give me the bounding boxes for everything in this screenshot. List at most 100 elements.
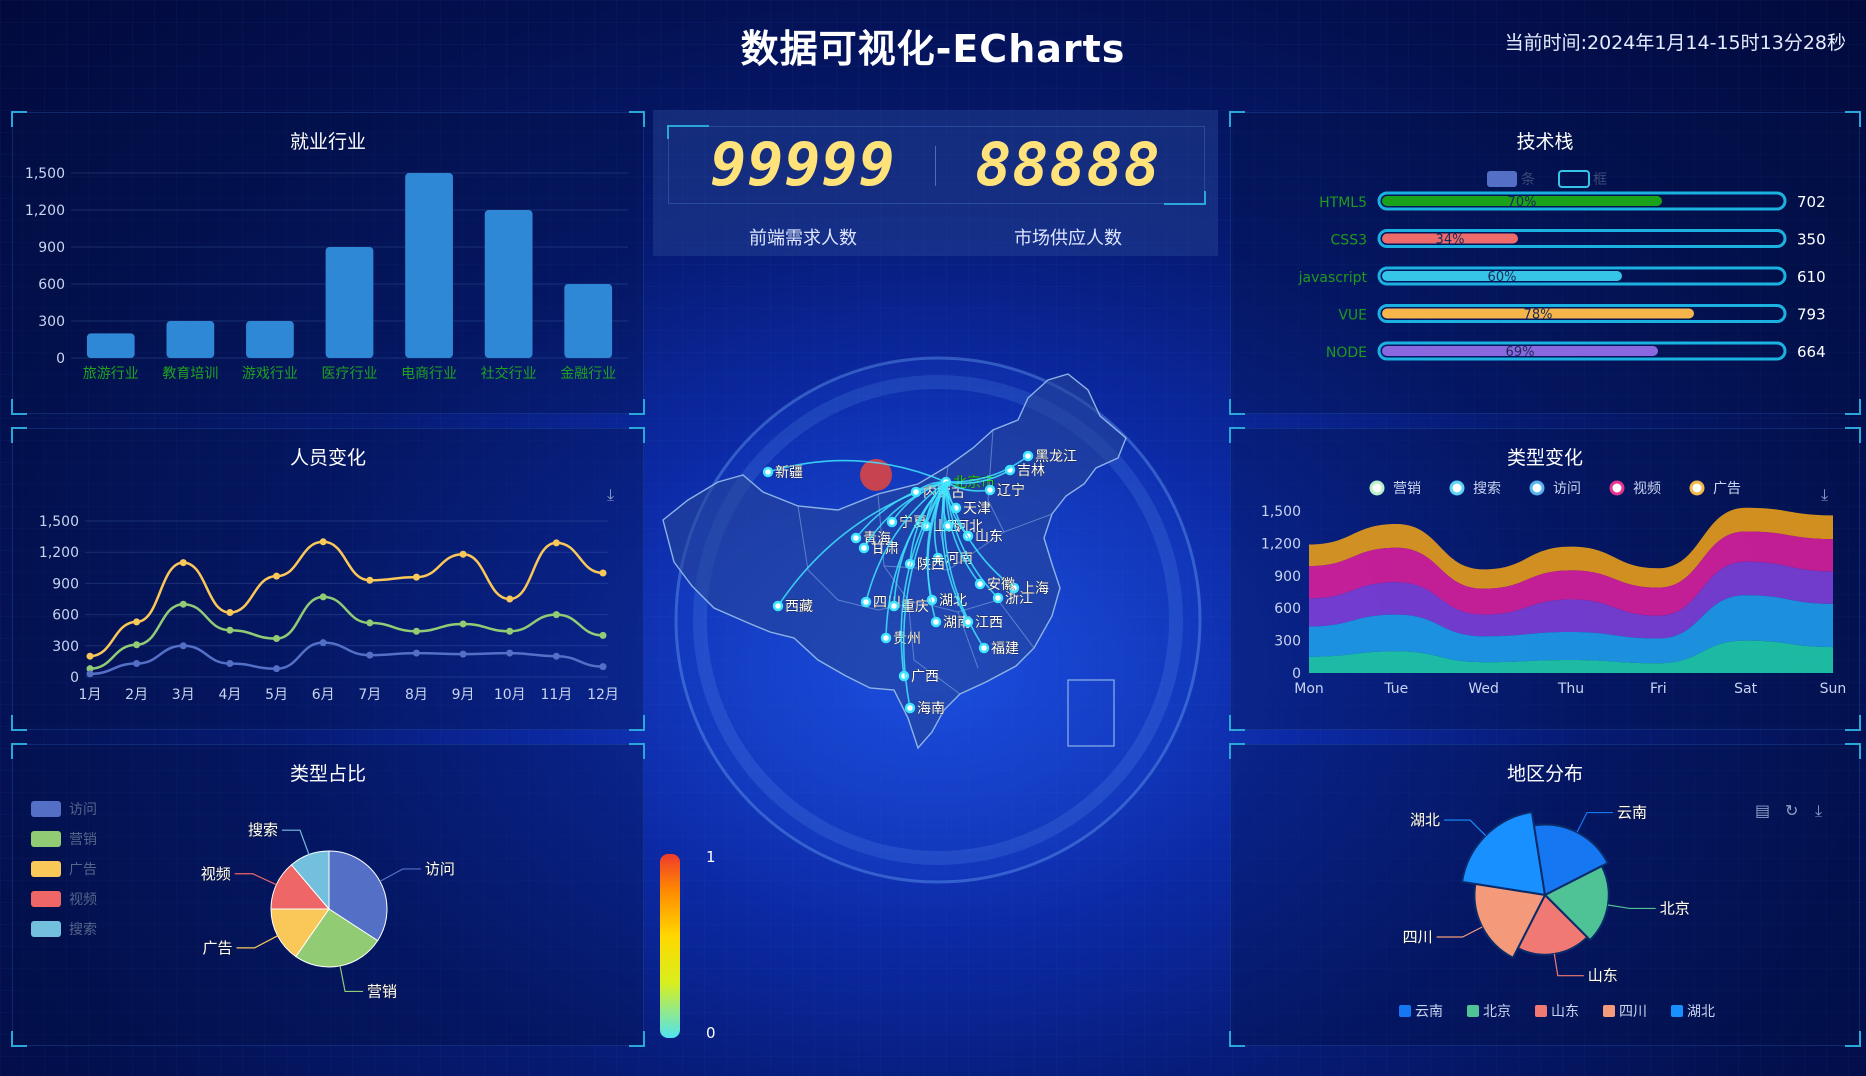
city-point (1022, 450, 1034, 462)
legend-swatch (1467, 1005, 1479, 1017)
x-tick-label: 12月 (587, 687, 619, 703)
province-label: 西藏 (785, 599, 813, 615)
data-point (506, 595, 514, 603)
value-label: 793 (1797, 306, 1826, 324)
legend-label: 搜索 (69, 921, 97, 938)
slice-label: 四川 (1403, 928, 1433, 946)
province-label: 贵州 (893, 631, 921, 647)
city-point (886, 516, 898, 528)
city-point (888, 600, 900, 612)
label-line (1444, 819, 1487, 837)
legend-label: 云南 (1415, 1004, 1443, 1020)
slice-label: 访问 (425, 860, 455, 878)
region-rose-chart: 湖北 云南北京山东四川云南 北京 山东 四川 湖北 (1399, 803, 1715, 1020)
x-tick-label: Thu (1557, 681, 1584, 697)
slice-label: 广告 (203, 939, 233, 957)
legend-marker (1369, 480, 1385, 496)
data-point (179, 642, 187, 650)
data-point (179, 600, 187, 608)
city-point (910, 486, 922, 498)
city-point (904, 702, 916, 714)
province-label: 安徽 (987, 577, 1015, 593)
series-line (89, 641, 604, 676)
x-tick-label: 11月 (540, 687, 572, 703)
panel-share: 类型占比 访问 营销 广告 视频 搜索 访问 营销 广告 视频 搜索 (11, 743, 645, 1047)
x-tick-label: 金融行业 (560, 366, 616, 382)
y-tick-label: 300 (38, 314, 65, 330)
y-tick-label: 1,500 (39, 514, 79, 530)
x-tick-label: 1月 (79, 687, 102, 703)
panel-tech: 技术栈 条框 HTML5 70% 702 CSS3 34% 350 javascript 60%… (1229, 111, 1861, 415)
province-label: 福建 (991, 641, 1019, 657)
y-tick-label: 900 (38, 240, 65, 256)
slice-label: 山东 (1588, 967, 1618, 985)
panel-employment: 就业行业 0 300 600 900 1,200 1,500 旅游行业 教育培训 游戏行业 医疗行… (11, 111, 645, 415)
series-line (89, 540, 604, 658)
value-label: 610 (1797, 268, 1826, 286)
city-point (962, 616, 974, 628)
province-label: 天津 (963, 501, 991, 517)
data-point (599, 631, 607, 639)
city-point (930, 616, 942, 628)
legend-label: 访问 (1553, 481, 1581, 497)
data-point (86, 670, 94, 678)
x-tick-label: 旅游行业 (83, 366, 139, 382)
x-tick-label: 社交行业 (481, 365, 537, 382)
y-tick-label: 900 (1274, 569, 1301, 585)
demand-count: 99999 (710, 130, 896, 200)
data-point (599, 569, 607, 577)
province-label: 吉林 (1017, 463, 1045, 479)
data-point (459, 650, 467, 658)
city-point (772, 600, 784, 612)
data-point (366, 651, 374, 659)
label-line (281, 829, 310, 855)
visual-map-max: 1 (706, 848, 716, 866)
x-tick-label: Fri (1650, 681, 1667, 697)
data-point (133, 659, 141, 667)
legend-swatch (1671, 1005, 1683, 1017)
province-label: 辽宁 (997, 482, 1025, 499)
bar (484, 210, 533, 358)
x-tick-label: 2月 (125, 687, 148, 703)
bar (325, 247, 374, 358)
time-label: 当前时间: (1504, 32, 1587, 54)
x-tick-label: 7月 (358, 687, 381, 703)
legend-swatch (1399, 1005, 1411, 1017)
data-point (273, 572, 281, 580)
y-tick-label: 1,500 (25, 166, 65, 182)
data-point (599, 663, 607, 671)
visual-map[interactable] (660, 854, 680, 1038)
bar (86, 333, 135, 358)
share-pie-chart: 访问营销广告视频搜索访问营销广告视频搜索 (31, 801, 455, 1001)
slice-label: 北京 (1660, 899, 1690, 917)
x-tick-label: 8月 (405, 687, 428, 703)
supply-count: 88888 (975, 130, 1161, 200)
slice-label: 视频 (201, 865, 231, 883)
province-label: 江西 (975, 615, 1003, 631)
y-tick-label: 1,200 (25, 203, 65, 219)
y-tick-label: 1,200 (1261, 536, 1301, 552)
legend-label: 北京 (1483, 1004, 1511, 1020)
legend-marker (1529, 480, 1545, 496)
legend-label: 四川 (1619, 1004, 1647, 1020)
y-tick-label: 0 (56, 351, 65, 367)
province-label: 广西 (911, 669, 939, 685)
x-tick-label: 5月 (265, 687, 288, 703)
data-point (506, 627, 514, 635)
y-tick-label: 300 (52, 639, 79, 655)
panel-region: 地区分布 ▤ ↻ ⤓ 湖北 云南 北京 山东 四川 云南 北京 山东 四川 湖北 (1229, 743, 1861, 1047)
panel-type-change: 类型变化 ⤓ 营销 搜索 访问 视频 广告 0 300 600 900 1,200 1,500 Mon… (1229, 427, 1861, 731)
x-tick-label: 教育培训 (162, 366, 218, 382)
legend-label: 视频 (69, 892, 97, 908)
legend-swatch (1558, 170, 1590, 188)
city-point (860, 596, 872, 608)
x-tick-label: 6月 (312, 687, 335, 703)
x-tick-label: 电商行业 (401, 366, 457, 382)
data-point (366, 619, 374, 627)
legend-swatch (31, 831, 61, 847)
data-point (412, 627, 420, 635)
slice-label: 湖北 (1410, 811, 1440, 829)
panel-people: 人员变化 ⤓ 0 300 600 900 1,200 1,500 1月 2月 3月 4月 5月 6月 7… (11, 427, 645, 731)
legend-label: 广告 (69, 862, 97, 878)
city-point (898, 670, 910, 682)
